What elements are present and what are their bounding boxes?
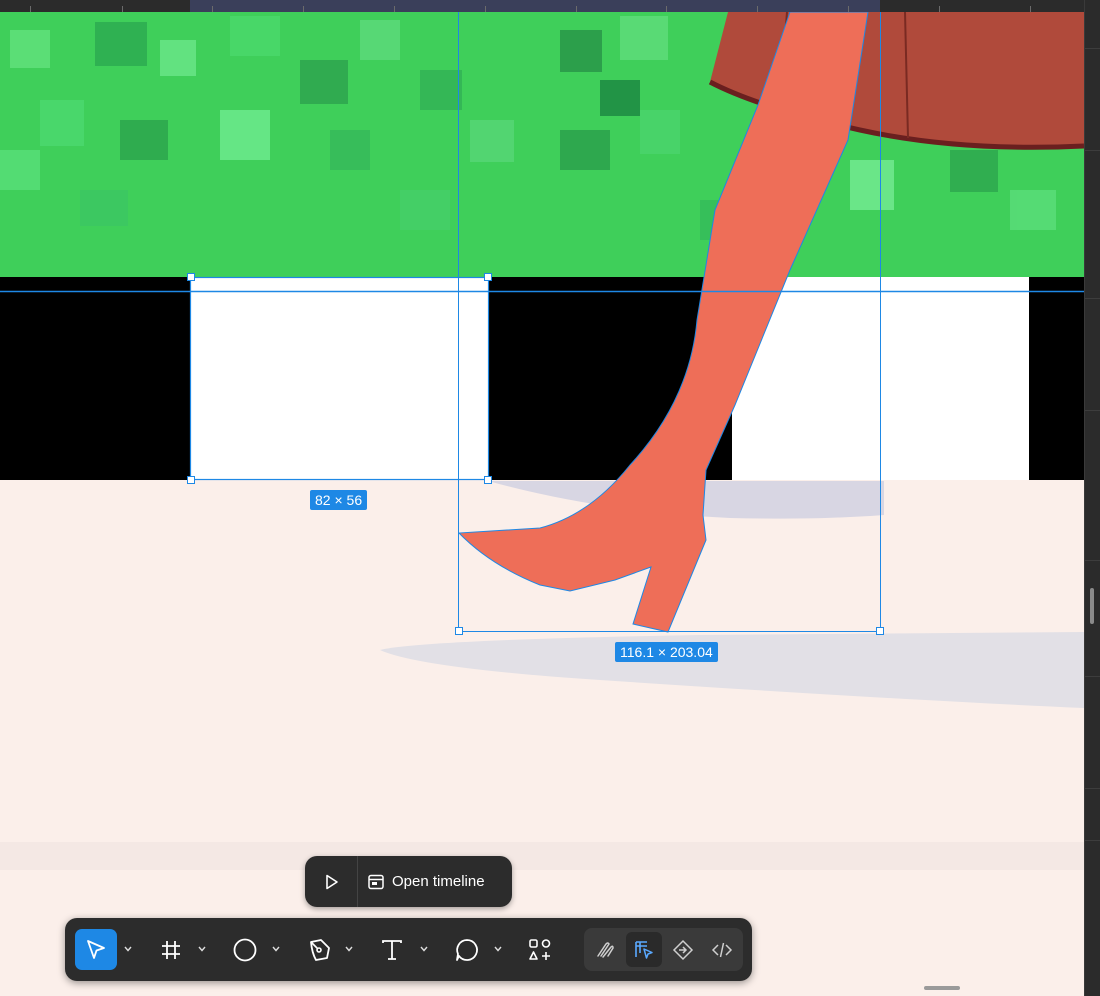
prototype-diamond-icon [672,939,694,960]
comment-bubble-icon [456,938,478,961]
move-tool-dropdown[interactable] [123,942,133,956]
vertical-scrollbar[interactable] [1090,588,1094,624]
chevron-down-icon [420,946,428,952]
resize-handle-top-right[interactable] [484,273,492,281]
home-indicator [924,986,960,990]
shape-tool-button[interactable] [225,929,265,970]
open-timeline-label: Open timeline [392,873,485,890]
dev-mode-button[interactable] [704,932,740,967]
open-timeline-button[interactable]: Open timeline [367,856,485,907]
timeline-bar: Open timeline [305,856,512,907]
shadow-floor [380,632,1084,708]
boot-handle-bottom-right[interactable] [876,627,884,635]
dimension-label-small: 82 × 56 [310,490,368,510]
right-panel-edge [1084,0,1100,996]
prototype-mode-button[interactable] [665,932,701,967]
comment-tool-button[interactable] [447,929,487,970]
top-ruler [0,0,1084,12]
resize-handle-bottom-left[interactable] [187,476,195,484]
pen-nib-icon [310,938,330,961]
play-icon [326,874,338,889]
text-tool-button[interactable] [372,929,412,970]
design-canvas[interactable]: 82 × 56 116.1 × 203.04 [0,0,1084,996]
resize-handle-bottom-right[interactable] [484,476,492,484]
resize-handle-top-left[interactable] [187,273,195,281]
pen-tool-button[interactable] [299,929,339,970]
text-tool-dropdown[interactable] [419,942,429,956]
move-tool-button[interactable] [75,929,117,970]
chevron-down-icon [494,946,502,952]
bottom-toolbar [65,918,752,981]
frame-hash-icon [162,940,180,959]
frame-tool-dropdown[interactable] [197,942,207,956]
circle-icon [233,938,257,961]
shapes-plus-icon [529,938,551,960]
pen-tool-dropdown[interactable] [344,942,354,956]
actions-tool-button[interactable] [520,929,560,970]
comment-tool-dropdown[interactable] [493,942,503,956]
draw-squiggle-icon [597,941,614,958]
chevron-down-icon [198,946,206,952]
canvas-artwork [0,11,1084,870]
design-mode-icon [635,940,653,959]
play-button[interactable] [305,856,357,907]
boot-handle-bottom-left[interactable] [455,627,463,635]
timeline-icon [368,874,384,889]
draw-mode-button[interactable] [587,932,623,967]
cursor-arrow-icon [87,939,105,959]
chevron-down-icon [124,946,132,952]
chevron-down-icon [345,946,353,952]
text-icon [382,939,402,960]
design-mode-button[interactable] [626,932,662,967]
chevron-down-icon [272,946,280,952]
floor-stripe [0,842,1084,870]
shape-tool-dropdown[interactable] [271,942,281,956]
dimension-label-boot: 116.1 × 203.04 [615,642,718,662]
white-block-left [190,277,488,480]
mode-switcher [584,928,743,971]
frame-tool-button[interactable] [151,929,191,970]
code-brackets-icon [711,942,733,957]
